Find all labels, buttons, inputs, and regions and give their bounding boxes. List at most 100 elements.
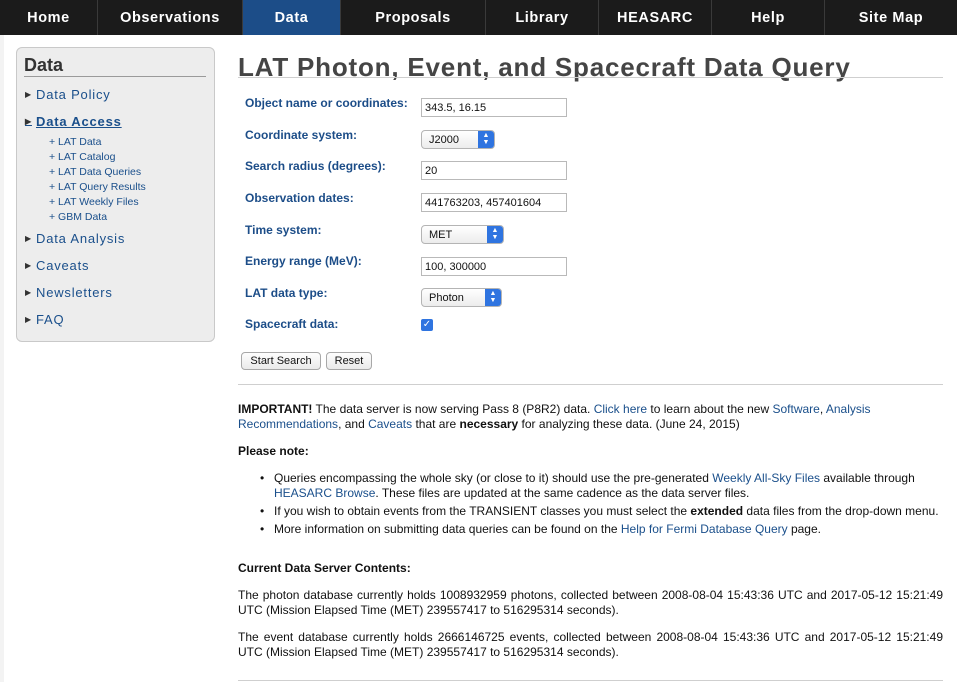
- current-contents-heading: Current Data Server Contents:: [238, 561, 411, 575]
- energy-range-label: Energy range (MeV):: [245, 254, 362, 268]
- left-edge-strip: [0, 35, 4, 682]
- sidebar-item-label: Data Policy: [36, 87, 111, 102]
- sidebar-item-faq[interactable]: ▶ FAQ: [25, 312, 64, 327]
- object-input[interactable]: 343.5, 16.15: [421, 98, 567, 117]
- nav-observations[interactable]: Observations: [98, 0, 243, 35]
- sidebar-sub-lat-weekly-files[interactable]: + LAT Weekly Files: [49, 196, 139, 208]
- sidebar-item-label: Newsletters: [36, 285, 113, 300]
- triangle-right-icon: ▶: [25, 261, 32, 270]
- bullet-icon: •: [260, 471, 265, 485]
- checkmark-icon: ✓: [422, 319, 432, 330]
- start-search-button[interactable]: Start Search: [241, 352, 321, 370]
- bullet-text: data files from the drop-down menu.: [743, 504, 939, 518]
- important-notice: IMPORTANT! The data server is now servin…: [238, 402, 943, 432]
- nav-library[interactable]: Library: [486, 0, 599, 35]
- select-arrows-icon: ▲ ▼: [478, 131, 494, 148]
- bullet-icon: •: [260, 504, 265, 518]
- reset-button[interactable]: Reset: [326, 352, 372, 370]
- list-item: • If you wish to obtain events from the …: [260, 504, 944, 519]
- nav-site-map[interactable]: Site Map: [825, 0, 957, 35]
- spacecraft-data-label: Spacecraft data:: [245, 317, 339, 331]
- sidebar-item-label: Caveats: [36, 258, 90, 273]
- lat-data-type-value: Photon: [429, 292, 464, 304]
- sidebar-item-newsletters[interactable]: ▶ Newsletters: [25, 285, 113, 300]
- nav-help[interactable]: Help: [712, 0, 825, 35]
- sidebar-item-data-analysis[interactable]: ▶ Data Analysis: [25, 231, 125, 246]
- help-fermi-query-link[interactable]: Help for Fermi Database Query: [621, 522, 788, 536]
- nav-heasarc[interactable]: HEASARC: [599, 0, 712, 35]
- sidebar-sub-lat-catalog[interactable]: + LAT Catalog: [49, 151, 115, 163]
- page-title: LAT Photon, Event, and Spacecraft Data Q…: [238, 52, 851, 82]
- photon-database-text: The photon database currently holds 1008…: [238, 588, 943, 617]
- list-item-text: More information on submitting data quer…: [274, 522, 821, 537]
- time-system-select[interactable]: MET ▲ ▼: [421, 225, 504, 244]
- select-arrows-icon: ▲ ▼: [487, 226, 503, 243]
- bullet-text: If you wish to obtain events from the TR…: [274, 504, 691, 518]
- sidebar-sub-lat-query-results[interactable]: + LAT Query Results: [49, 181, 146, 193]
- event-database-text: The event database currently holds 26661…: [238, 630, 943, 659]
- nav-home[interactable]: Home: [0, 0, 98, 35]
- notice-text: The data server is now serving Pass 8 (P…: [312, 402, 594, 416]
- time-system-value: MET: [429, 229, 453, 241]
- nav-proposals[interactable]: Proposals: [341, 0, 486, 35]
- sidebar-item-label: FAQ: [36, 312, 65, 327]
- triangle-right-icon: ▶: [25, 234, 32, 243]
- sidebar-item-label: Data Analysis: [36, 231, 126, 246]
- object-label: Object name or coordinates:: [245, 96, 408, 110]
- coord-system-value: J2000: [429, 134, 459, 146]
- observation-dates-label: Observation dates:: [245, 191, 354, 205]
- spacecraft-data-checkbox[interactable]: ✓: [421, 319, 433, 331]
- bottom-divider: [238, 680, 943, 681]
- notice-text: for analyzing these data. (June 24, 2015…: [518, 417, 740, 431]
- time-system-label: Time system:: [245, 223, 322, 237]
- bullet-text: . These files are updated at the same ca…: [375, 486, 750, 500]
- lat-data-type-label: LAT data type:: [245, 286, 328, 300]
- sidebar-sub-lat-data-queries[interactable]: + LAT Data Queries: [49, 166, 141, 178]
- triangle-right-icon: ▶: [25, 288, 32, 297]
- list-item: • More information on submitting data qu…: [260, 522, 944, 537]
- sidebar-item-data-policy[interactable]: ▶ Data Policy: [25, 87, 111, 102]
- lat-data-type-select[interactable]: Photon ▲ ▼: [421, 288, 502, 307]
- caveats-link[interactable]: Caveats: [368, 417, 412, 431]
- search-radius-input[interactable]: 20: [421, 161, 567, 180]
- list-item: • Queries encompassing the whole sky (or…: [260, 471, 944, 501]
- notice-text: , and: [338, 417, 369, 431]
- top-navigation-bar: Home Observations Data Proposals Library…: [0, 0, 957, 35]
- coord-system-select[interactable]: J2000 ▲ ▼: [421, 130, 495, 149]
- energy-range-input[interactable]: 100, 300000: [421, 257, 567, 276]
- sidebar-item-label: Data Access: [36, 114, 122, 129]
- weekly-all-sky-files-link[interactable]: Weekly All-Sky Files: [712, 471, 820, 485]
- important-label: IMPORTANT!: [238, 402, 313, 416]
- sidebar-sub-lat-data[interactable]: + LAT Data: [49, 136, 101, 148]
- observation-dates-input[interactable]: 441763203, 457401604: [421, 193, 567, 212]
- select-arrows-icon: ▲ ▼: [485, 289, 501, 306]
- bullet-text: page.: [787, 522, 821, 536]
- sidebar: Data ▶ Data Policy ▶ Data Access + LAT D…: [16, 47, 215, 342]
- sidebar-item-data-access[interactable]: ▶ Data Access: [25, 114, 122, 129]
- triangle-right-icon: ▶: [25, 90, 32, 99]
- title-divider: [238, 77, 943, 78]
- sidebar-title: Data: [24, 55, 206, 77]
- nav-data[interactable]: Data: [243, 0, 341, 35]
- bullet-text: available through: [820, 471, 915, 485]
- software-link[interactable]: Software: [772, 402, 819, 416]
- list-item-text: Queries encompassing the whole sky (or c…: [274, 471, 944, 501]
- sidebar-sub-gbm-data[interactable]: + GBM Data: [49, 211, 107, 223]
- heasarc-browse-link[interactable]: HEASARC Browse: [274, 486, 375, 500]
- extended-text: extended: [690, 504, 744, 518]
- triangle-right-icon: ▶: [25, 315, 32, 324]
- triangle-right-icon: ▶: [25, 117, 32, 126]
- search-radius-label: Search radius (degrees):: [245, 159, 386, 173]
- notice-text: that are: [412, 417, 460, 431]
- list-item-text: If you wish to obtain events from the TR…: [274, 504, 939, 519]
- form-divider: [238, 384, 943, 385]
- bullet-text: More information on submitting data quer…: [274, 522, 621, 536]
- coord-system-label: Coordinate system:: [245, 128, 358, 142]
- notice-text: to learn about the new: [647, 402, 773, 416]
- bullet-icon: •: [260, 522, 265, 536]
- necessary-text: necessary: [459, 417, 519, 431]
- please-note-heading: Please note:: [238, 444, 309, 458]
- bullet-text: Queries encompassing the whole sky (or c…: [274, 471, 713, 485]
- sidebar-item-caveats[interactable]: ▶ Caveats: [25, 258, 89, 273]
- click-here-link[interactable]: Click here: [594, 402, 647, 416]
